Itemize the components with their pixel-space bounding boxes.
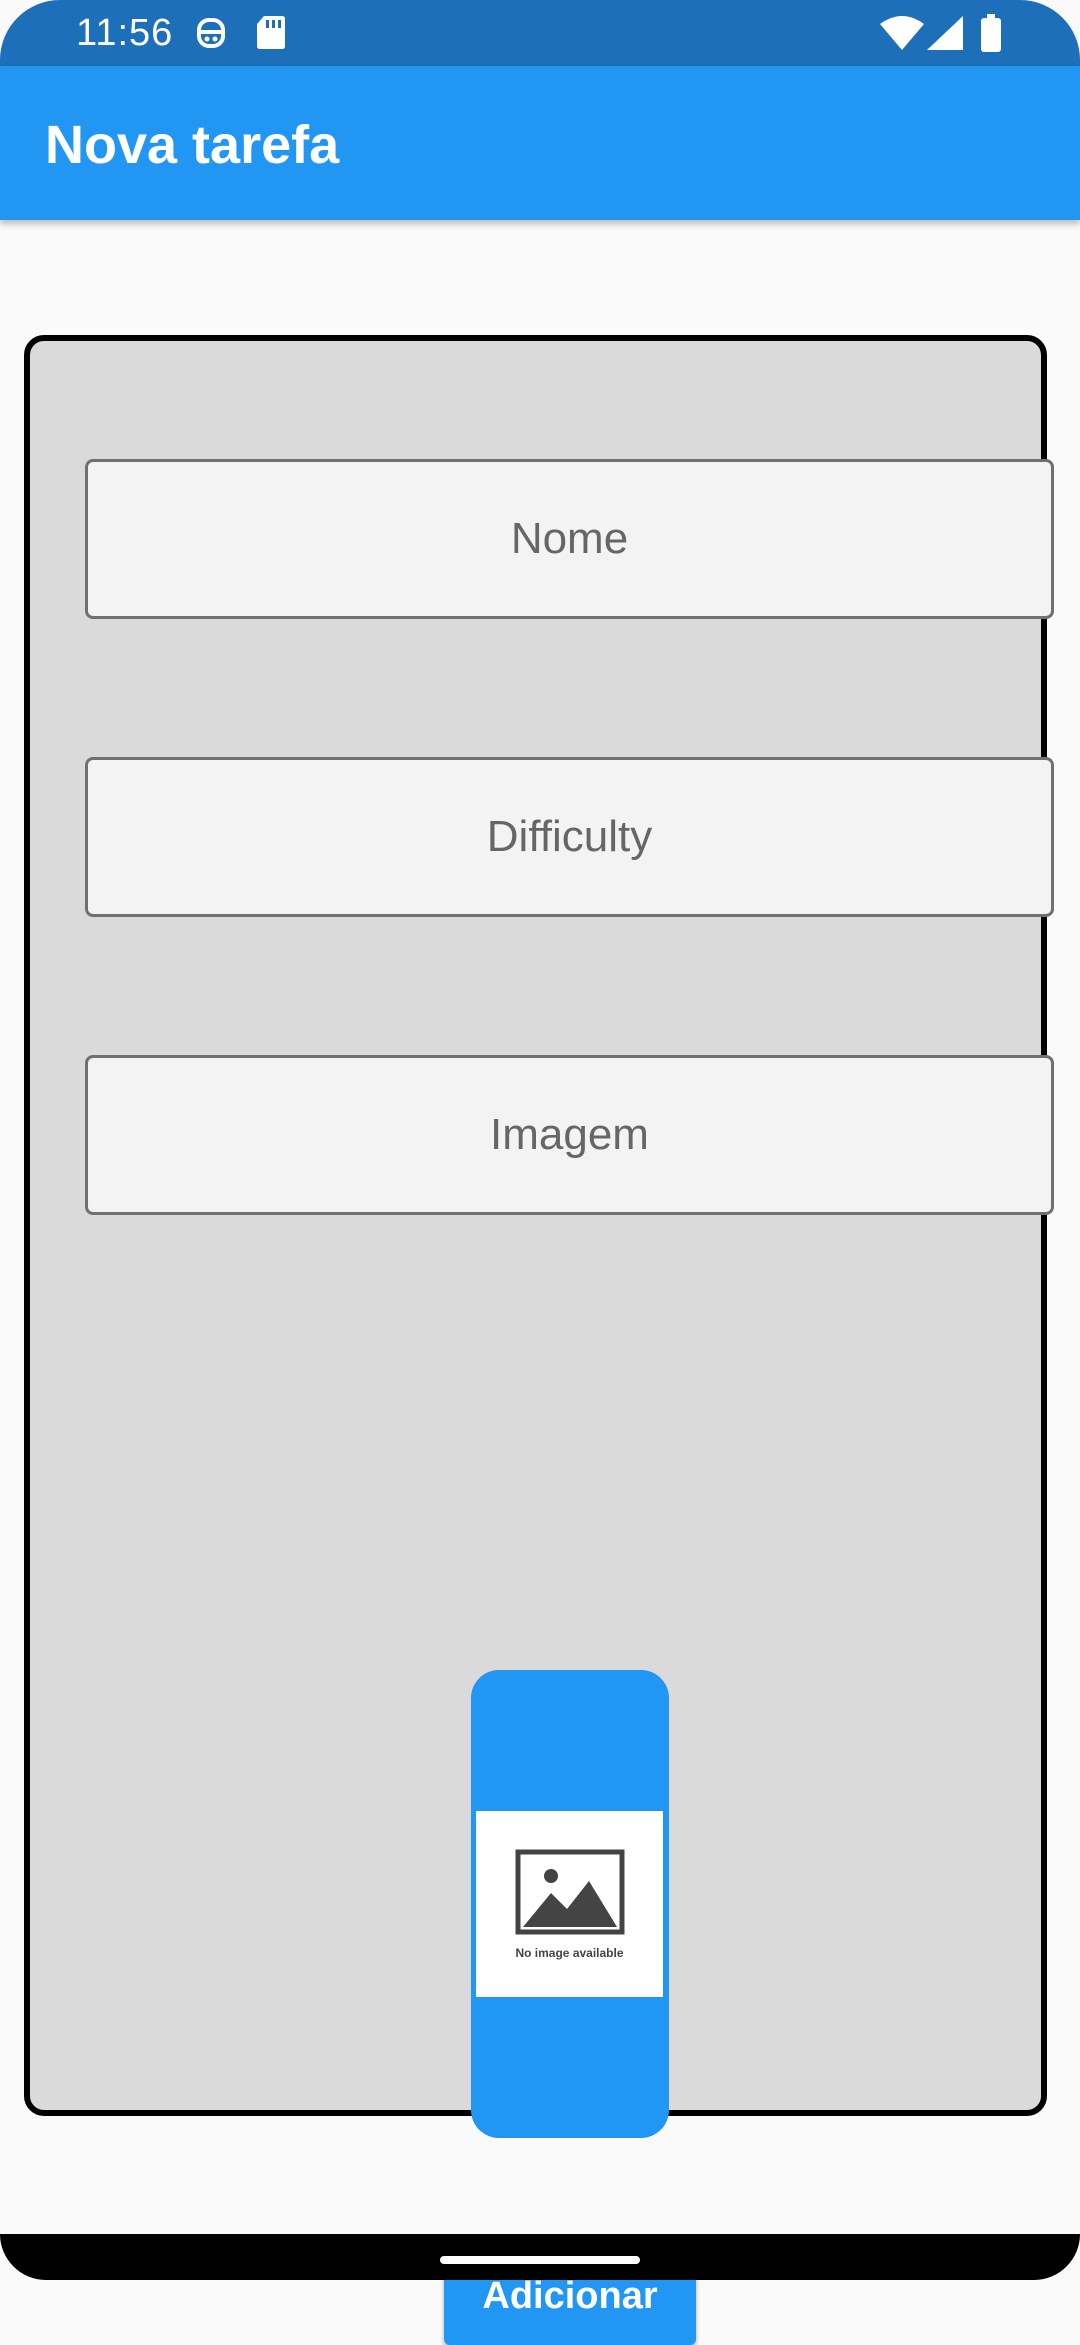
image-url-field[interactable] [85, 1055, 1054, 1215]
no-image-placeholder: No image available [476, 1811, 663, 1997]
battery-icon [980, 14, 1002, 57]
signal-icon [927, 16, 963, 55]
face-notification-icon [195, 14, 227, 57]
name-input[interactable] [88, 461, 1051, 617]
difficulty-field[interactable] [85, 757, 1054, 917]
page-title: Nova tarefa [45, 115, 340, 175]
status-time: 11:56 [76, 12, 174, 54]
no-image-icon [515, 1849, 625, 1940]
difficulty-input[interactable] [88, 759, 1051, 915]
wifi-icon [880, 16, 924, 55]
image-preview: No image available [471, 1670, 669, 2138]
sd-card-icon [256, 14, 286, 55]
no-image-text: No image available [515, 1945, 624, 1960]
task-form-card: No image available Adicionar [24, 335, 1054, 2345]
image-url-input[interactable] [88, 1057, 1051, 1213]
home-indicator[interactable] [440, 2256, 640, 2264]
status-bar: 11:56 [0, 0, 1080, 66]
name-field[interactable] [85, 459, 1054, 619]
app-bar: Nova tarefa [0, 66, 1080, 220]
